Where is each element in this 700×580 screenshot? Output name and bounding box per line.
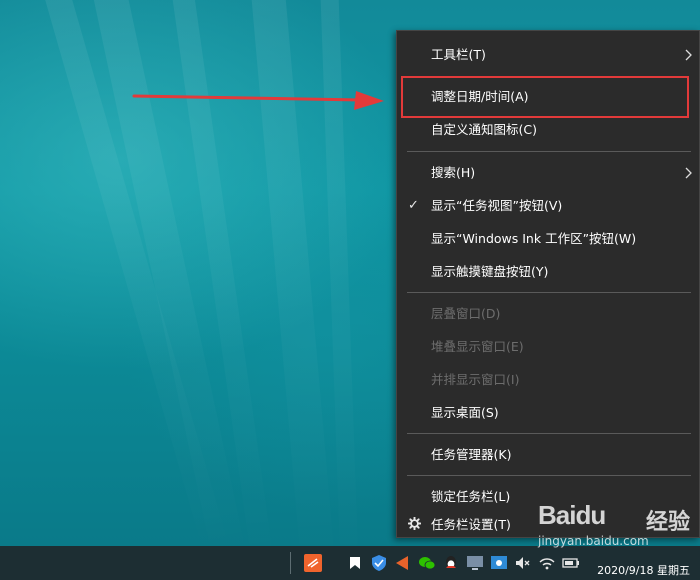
menu-item-customize-notification-icons[interactable]: 自定义通知图标(C) [397, 113, 699, 146]
taskbar: 2020/9/18 星期五 [0, 546, 700, 580]
menu-item-label: 并排显示窗口(I) [431, 372, 520, 387]
menu-item-adjust-date-time[interactable]: 调整日期/时间(A) [397, 80, 699, 113]
orange-app-icon[interactable] [394, 554, 412, 572]
battery-icon[interactable] [562, 554, 580, 572]
menu-item-label: 工具栏(T) [431, 47, 486, 62]
menu-item-label: 锁定任务栏(L) [431, 489, 511, 504]
menu-item-side-by-side-windows: 并排显示窗口(I) [397, 363, 699, 396]
menu-item-lock-taskbar[interactable]: 锁定任务栏(L) [397, 480, 699, 513]
menu-item-search[interactable]: 搜索(H) [397, 156, 699, 189]
menu-item-label: 搜索(H) [431, 165, 476, 180]
gear-icon [407, 513, 422, 537]
menu-item-label: 显示触摸键盘按钮(Y) [431, 264, 549, 279]
menu-item-taskbar-settings[interactable]: 任务栏设置(T) [397, 513, 699, 537]
menu-item-label: 任务管理器(K) [431, 447, 512, 462]
wechat-icon[interactable] [418, 554, 436, 572]
taskbar-clock-date[interactable]: 2020/9/18 星期五 [597, 564, 690, 578]
volume-muted-icon[interactable] [514, 554, 532, 572]
shield-icon[interactable] [370, 554, 388, 572]
menu-separator [407, 151, 691, 152]
menu-item-label: 任务栏设置(T) [431, 517, 511, 532]
menu-item-label: 显示“Windows Ink 工作区”按钮(W) [431, 231, 637, 246]
menu-item-label: 堆叠显示窗口(E) [431, 339, 524, 354]
qq-icon[interactable] [442, 554, 460, 572]
annotation-arrow-icon [132, 91, 384, 110]
menu-item-label: 显示“任务视图”按钮(V) [431, 198, 563, 213]
menu-item-label: 层叠窗口(D) [431, 306, 501, 321]
menu-separator [407, 475, 691, 476]
menu-separator [407, 292, 691, 293]
checkmark-icon: ✓ [408, 198, 419, 213]
menu-item-label: 自定义通知图标(C) [431, 122, 537, 137]
menu-item-stack-windows: 堆叠显示窗口(E) [397, 330, 699, 363]
menu-item-show-desktop[interactable]: 显示桌面(S) [397, 396, 699, 429]
menu-item-task-manager[interactable]: 任务管理器(K) [397, 438, 699, 471]
network-app-icon[interactable] [490, 554, 508, 572]
chevron-right-icon [685, 49, 692, 61]
taskbar-divider [290, 552, 291, 574]
menu-item-toolbars[interactable]: 工具栏(T) [397, 38, 699, 71]
menu-item-cascade-windows: 层叠窗口(D) [397, 297, 699, 330]
menu-item-show-task-view-button[interactable]: ✓ 显示“任务视图”按钮(V) [397, 189, 699, 222]
menu-item-label: 调整日期/时间(A) [431, 89, 529, 104]
wifi-icon[interactable] [538, 554, 556, 572]
taskbar-context-menu: 工具栏(T) 调整日期/时间(A) 自定义通知图标(C) 搜索(H) ✓ 显示“… [396, 30, 700, 538]
app-fan-icon[interactable] [304, 554, 322, 572]
pin-app-icon[interactable] [346, 554, 364, 572]
monitor-app-icon[interactable] [466, 554, 484, 572]
chevron-right-icon [685, 167, 692, 179]
menu-separator [407, 433, 691, 434]
menu-item-show-touch-keyboard-button[interactable]: 显示触摸键盘按钮(Y) [397, 255, 699, 288]
menu-item-label: 显示桌面(S) [431, 405, 499, 420]
menu-item-show-windows-ink-button[interactable]: 显示“Windows Ink 工作区”按钮(W) [397, 222, 699, 255]
